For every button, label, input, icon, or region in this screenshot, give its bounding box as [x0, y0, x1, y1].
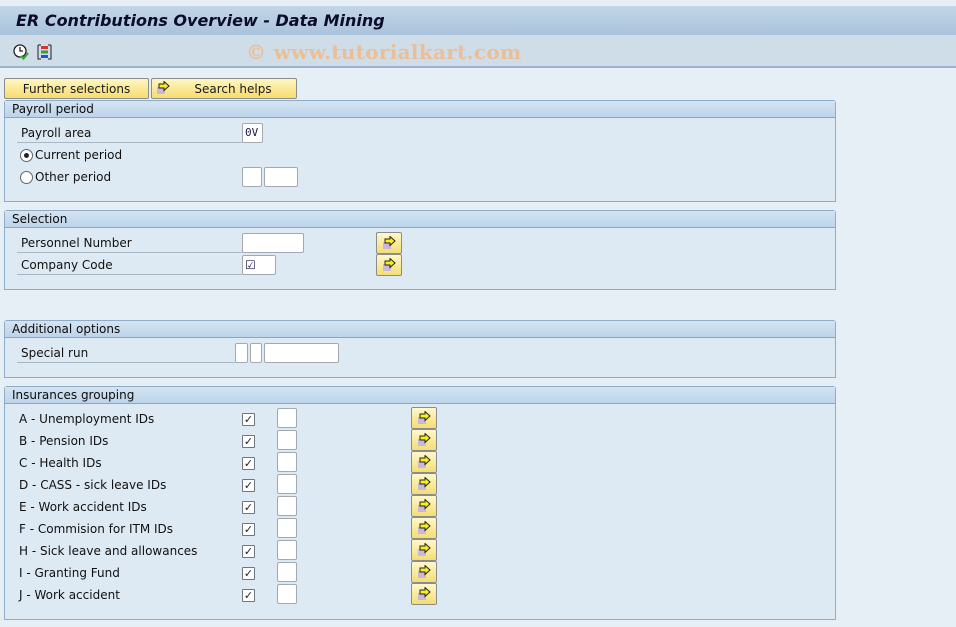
insurance-checkbox[interactable]: ✓ [242, 545, 255, 558]
other-period-field-1[interactable] [242, 167, 262, 187]
title-bar: ER Contributions Overview - Data Mining [0, 5, 956, 35]
insurance-label: C - Health IDs [19, 456, 102, 470]
group-title: Selection [5, 211, 835, 228]
insurance-multiple-selection-button[interactable] [411, 429, 437, 451]
insurance-multiple-selection-button[interactable] [411, 561, 437, 583]
arrow-right-icon [418, 543, 431, 556]
insurance-multiple-selection-button[interactable] [411, 539, 437, 561]
personnel-number-label: Personnel Number [17, 233, 242, 253]
group-title: Additional options [5, 321, 835, 338]
arrow-right-icon [418, 587, 431, 600]
insurance-label: E - Work accident IDs [19, 500, 147, 514]
insurance-row: C - Health IDs ✓ [5, 451, 835, 474]
insurance-label: B - Pension IDs [19, 434, 109, 448]
insurance-label: A - Unemployment IDs [19, 412, 155, 426]
insurance-checkbox[interactable]: ✓ [242, 589, 255, 602]
company-code-label: Company Code [17, 255, 242, 275]
arrow-right-icon [418, 521, 431, 534]
insurance-field[interactable] [277, 496, 297, 516]
insurance-field[interactable] [277, 540, 297, 560]
insurance-checkbox[interactable]: ✓ [242, 501, 255, 514]
watermark: © www.tutorialkart.com [246, 40, 522, 64]
group-title: Insurances grouping [5, 387, 835, 404]
insurance-row: B - Pension IDs ✓ [5, 429, 835, 452]
execute-clock-icon[interactable] [12, 43, 30, 61]
current-period-radio[interactable] [20, 149, 33, 162]
personnel-number-multiple-selection-button[interactable] [376, 232, 402, 254]
insurances-grouping-group: Insurances grouping A - Unemployment IDs… [4, 386, 836, 620]
other-period-label: Other period [35, 170, 112, 184]
insurance-label: H - Sick leave and allowances [19, 544, 198, 558]
insurance-field[interactable] [277, 408, 297, 428]
special-run-field-2[interactable] [250, 343, 262, 363]
other-period-row: Other period [5, 166, 835, 188]
insurance-multiple-selection-button[interactable] [411, 583, 437, 605]
insurance-field[interactable] [277, 452, 297, 472]
insurance-multiple-selection-button[interactable] [411, 517, 437, 539]
group-title: Payroll period [5, 101, 835, 118]
arrow-right-icon [418, 455, 431, 468]
insurance-checkbox[interactable]: ✓ [242, 479, 255, 492]
arrow-right-icon [418, 411, 431, 424]
payroll-area-field[interactable]: 0V [242, 123, 263, 143]
insurance-field[interactable] [277, 562, 297, 582]
insurance-multiple-selection-button[interactable] [411, 495, 437, 517]
current-period-label: Current period [35, 148, 123, 162]
additional-options-group: Additional options Special run [4, 320, 836, 378]
search-helps-button[interactable]: Search helps [151, 78, 297, 99]
insurance-checkbox[interactable]: ✓ [242, 523, 255, 536]
special-run-label: Special run [17, 343, 235, 363]
insurance-row: F - Commision for ITM IDs ✓ [5, 517, 835, 540]
insurance-field[interactable] [277, 430, 297, 450]
insurance-label: D - CASS - sick leave IDs [19, 478, 167, 492]
arrow-right-icon [383, 236, 396, 249]
arrow-right-icon [418, 477, 431, 490]
page-title: ER Contributions Overview - Data Mining [16, 11, 385, 30]
insurance-multiple-selection-button[interactable] [411, 451, 437, 473]
insurance-row: A - Unemployment IDs ✓ [5, 407, 835, 430]
arrow-right-icon [418, 565, 431, 578]
arrow-right-icon [383, 258, 396, 271]
company-code-multiple-selection-button[interactable] [376, 254, 402, 276]
insurance-row: D - CASS - sick leave IDs ✓ [5, 473, 835, 496]
insurance-label: J - Work accident [19, 588, 120, 602]
insurance-field[interactable] [277, 518, 297, 538]
selection-group: Selection Personnel Number Company Code … [4, 210, 836, 290]
insurance-checkbox[interactable]: ✓ [242, 435, 255, 448]
insurance-row: J - Work accident ✓ [5, 583, 835, 606]
insurance-checkbox[interactable]: ✓ [242, 567, 255, 580]
insurance-field[interactable] [277, 584, 297, 604]
insurance-multiple-selection-button[interactable] [411, 407, 437, 429]
payroll-period-group: Payroll period Payroll area 0V Current p… [4, 100, 836, 202]
special-run-field-3[interactable] [264, 343, 339, 363]
insurance-field[interactable] [277, 474, 297, 494]
insurance-row: I - Granting Fund ✓ [5, 561, 835, 584]
selection-options-icon[interactable] [36, 43, 54, 61]
other-period-radio[interactable] [20, 171, 33, 184]
arrow-right-icon [418, 433, 431, 446]
arrow-right-icon [418, 499, 431, 512]
personnel-number-field[interactable] [242, 233, 304, 253]
insurance-row: H - Sick leave and allowances ✓ [5, 539, 835, 562]
insurance-label: F - Commision for ITM IDs [19, 522, 174, 536]
application-toolbar: © www.tutorialkart.com [0, 35, 956, 68]
personnel-number-row: Personnel Number [5, 232, 835, 254]
arrow-right-icon [156, 80, 172, 99]
insurance-checkbox[interactable]: ✓ [242, 413, 255, 426]
further-selections-button[interactable]: Further selections [4, 78, 149, 99]
payroll-area-label: Payroll area [17, 123, 242, 143]
company-code-row: Company Code ☑ [5, 254, 835, 276]
special-run-row: Special run [5, 342, 835, 364]
further-selections-label: Further selections [22, 81, 131, 96]
other-period-field-2[interactable] [264, 167, 298, 187]
current-period-row: Current period [5, 144, 835, 166]
insurance-label: I - Granting Fund [19, 566, 120, 580]
search-helps-label: Search helps [194, 81, 272, 96]
company-code-field[interactable]: ☑ [242, 255, 276, 275]
insurance-multiple-selection-button[interactable] [411, 473, 437, 495]
insurance-checkbox[interactable]: ✓ [242, 457, 255, 470]
payroll-area-row: Payroll area 0V [5, 122, 835, 144]
insurance-row: E - Work accident IDs ✓ [5, 495, 835, 518]
special-run-field-1[interactable] [235, 343, 248, 363]
